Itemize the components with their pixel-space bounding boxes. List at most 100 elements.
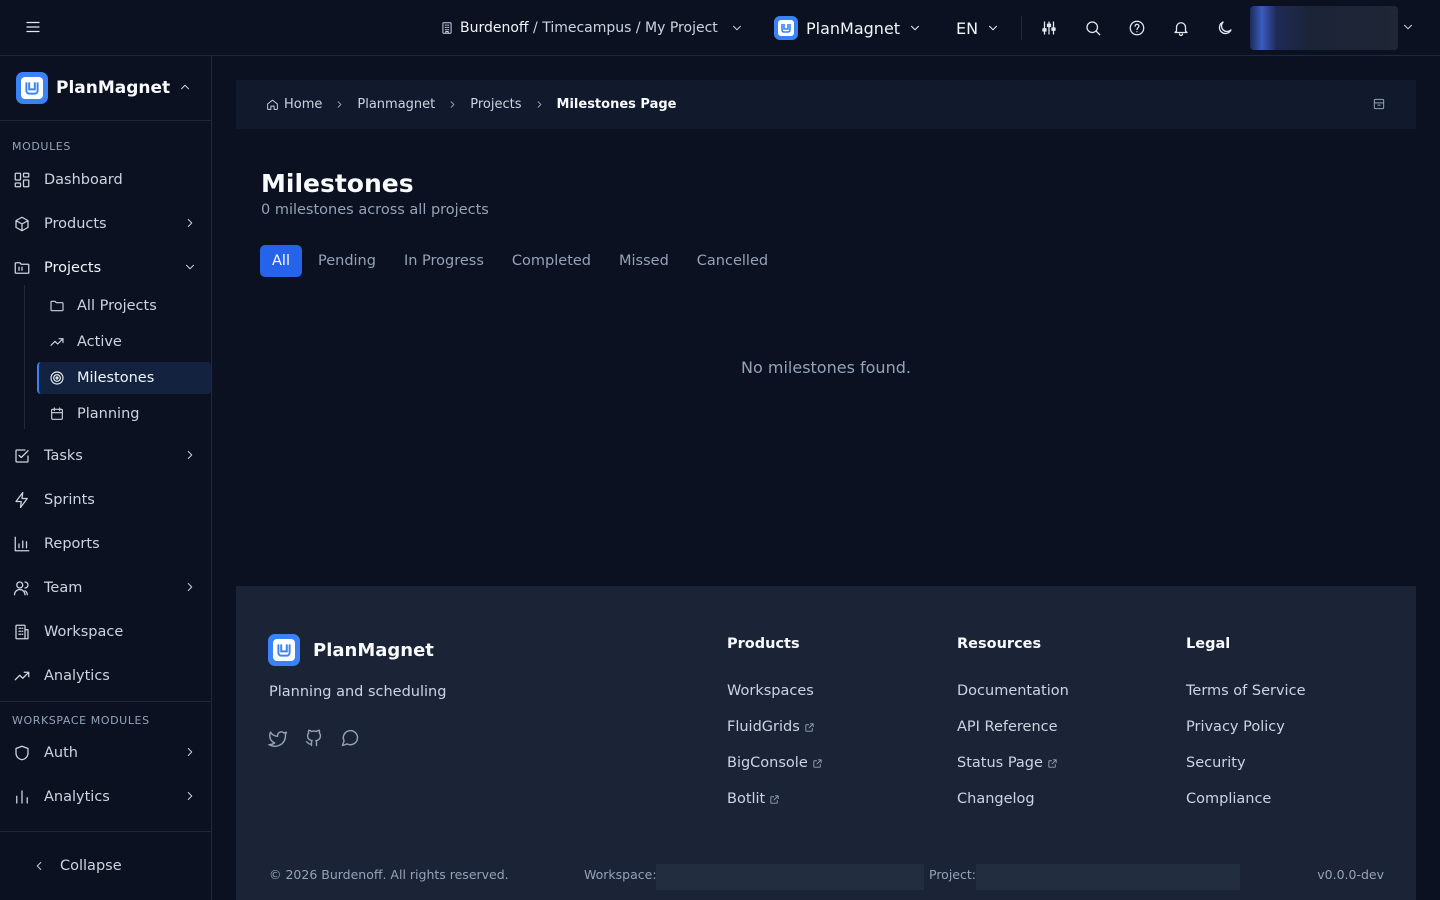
sidebar-item-label: Tasks [44, 448, 83, 464]
footer-link-workspaces[interactable]: Workspaces [727, 673, 823, 709]
sidebar-item-products[interactable]: Products [0, 206, 211, 242]
footer-link-privacy[interactable]: Privacy Policy [1186, 709, 1305, 745]
user-avatar-menu[interactable] [1250, 6, 1398, 50]
sidebar-item-sprints[interactable]: Sprints [0, 482, 211, 518]
footer-column-resources: Resources Documentation API Reference St… [957, 636, 1069, 817]
sidebar-subitem-planning[interactable]: Planning [37, 398, 211, 430]
footer-link-label: Status Page [957, 755, 1043, 771]
footer-column-title: Resources [957, 636, 1042, 652]
footer-link-status-page[interactable]: Status Page [957, 745, 1069, 781]
footer-link-changelog[interactable]: Changelog [957, 781, 1069, 817]
sidebar-item-dashboard[interactable]: Dashboard [0, 162, 211, 198]
chevron-down-icon [986, 21, 1000, 35]
footer-link-fluidgrids[interactable]: FluidGrids [727, 709, 823, 745]
footer-column-title: Products [727, 636, 800, 652]
tab-cancelled[interactable]: Cancelled [685, 245, 780, 277]
chevron-left-icon [32, 859, 46, 873]
external-link-icon [1047, 758, 1058, 769]
footer-project-value [976, 864, 1240, 890]
sidebar-item-label: Dashboard [44, 172, 123, 188]
sidebar-subitem-active[interactable]: Active [37, 326, 211, 358]
sidebar-item-team[interactable]: Team [0, 570, 211, 606]
sidebar-collapse-button[interactable]: Collapse [0, 846, 211, 886]
footer-link-terms[interactable]: Terms of Service [1186, 673, 1305, 709]
submenu-guide-line [24, 285, 25, 429]
breadcrumb-planmagnet[interactable]: Planmagnet [357, 97, 435, 112]
moon-icon[interactable] [1216, 19, 1234, 37]
footer-link-security[interactable]: Security [1186, 745, 1305, 781]
sidebar-subitem-milestones[interactable]: Milestones [37, 362, 211, 394]
external-link-icon [804, 722, 815, 733]
footer-link-bigconsole[interactable]: BigConsole [727, 745, 823, 781]
archive-icon[interactable] [1372, 97, 1386, 111]
footer-link-compliance[interactable]: Compliance [1186, 781, 1305, 817]
sidebar-subitem-label: Planning [77, 406, 140, 422]
breadcrumb-label: Projects [470, 97, 522, 112]
footer-link-documentation[interactable]: Documentation [957, 673, 1069, 709]
chevron-down-icon[interactable] [1401, 20, 1415, 34]
sidebar-item-label: Products [44, 216, 107, 232]
tab-completed[interactable]: Completed [500, 245, 603, 277]
footer-column-legal: Legal Terms of Service Privacy Policy Se… [1186, 636, 1305, 817]
tab-in-progress[interactable]: In Progress [392, 245, 496, 277]
footer-workspace-label: Workspace: [584, 867, 657, 882]
footer-link-label: BigConsole [727, 755, 808, 771]
chevron-right-icon [334, 99, 345, 110]
collapse-label: Collapse [60, 858, 122, 874]
tab-pending[interactable]: Pending [306, 245, 388, 277]
context-org: Burdenoff [460, 20, 529, 36]
sliders-icon[interactable] [1040, 19, 1058, 37]
language-switcher[interactable]: EN [956, 15, 1000, 41]
page-subtitle: 0 milestones across all projects [261, 202, 489, 218]
footer-link-botlit[interactable]: Botlit [727, 781, 823, 817]
chevron-down-icon [183, 260, 197, 274]
sidebar-item-auth[interactable]: Auth [0, 735, 211, 771]
sidebar-item-analytics[interactable]: Analytics [0, 658, 211, 694]
users-icon [13, 579, 31, 597]
twitter-icon[interactable] [268, 728, 288, 748]
chevron-right-icon [183, 745, 197, 759]
check-square-icon [13, 447, 31, 465]
sidebar-brand[interactable]: PlanMagnet [0, 56, 211, 121]
sidebar-item-label: Team [44, 580, 83, 596]
sidebar-item-label: Analytics [44, 789, 110, 805]
sidebar-item-label: Workspace [44, 624, 124, 640]
planmagnet-logo-icon [16, 72, 48, 104]
chevron-right-icon [183, 789, 197, 803]
sidebar-item-tasks[interactable]: Tasks [0, 438, 211, 474]
sidebar-item-workspace-analytics[interactable]: Analytics [0, 779, 211, 815]
footer-link-api-reference[interactable]: API Reference [957, 709, 1069, 745]
footer-social-links [268, 728, 360, 748]
sidebar-item-reports[interactable]: Reports [0, 526, 211, 562]
footer-brand: PlanMagnet [268, 634, 434, 666]
footer-link-label: Workspaces [727, 683, 814, 699]
footer-link-label: API Reference [957, 719, 1058, 735]
footer-brand-name: PlanMagnet [313, 639, 434, 661]
footer-link-label: Botlit [727, 791, 766, 807]
help-circle-icon[interactable] [1128, 19, 1146, 37]
sidebar-item-workspace[interactable]: Workspace [0, 614, 211, 650]
tab-all[interactable]: All [260, 245, 302, 277]
breadcrumb-projects[interactable]: Projects [470, 97, 521, 112]
search-icon[interactable] [1084, 19, 1102, 37]
message-circle-icon[interactable] [340, 728, 360, 748]
bell-icon[interactable] [1172, 19, 1190, 37]
footer-workspace-value [656, 864, 924, 890]
github-icon[interactable] [304, 728, 324, 748]
context-switcher[interactable]: Burdenoff / Timecampus / My Project [440, 16, 744, 40]
bar-chart-icon [13, 535, 31, 553]
planmagnet-logo-icon [774, 16, 798, 40]
sidebar-subitem-all-projects[interactable]: All Projects [37, 290, 211, 322]
sidebar: PlanMagnet MODULES Dashboard Products Pr… [0, 56, 212, 900]
folder-icon [13, 259, 31, 277]
breadcrumb-home[interactable]: Home [266, 97, 322, 112]
menu-icon[interactable] [24, 18, 42, 36]
topbar-divider [1021, 16, 1022, 40]
app-switcher[interactable]: PlanMagnet [774, 15, 922, 41]
shield-icon [13, 744, 31, 762]
sidebar-item-projects[interactable]: Projects [0, 250, 211, 286]
trending-up-icon [13, 667, 31, 685]
sidebar-divider [0, 701, 211, 702]
chevron-right-icon [183, 580, 197, 594]
tab-missed[interactable]: Missed [607, 245, 681, 277]
